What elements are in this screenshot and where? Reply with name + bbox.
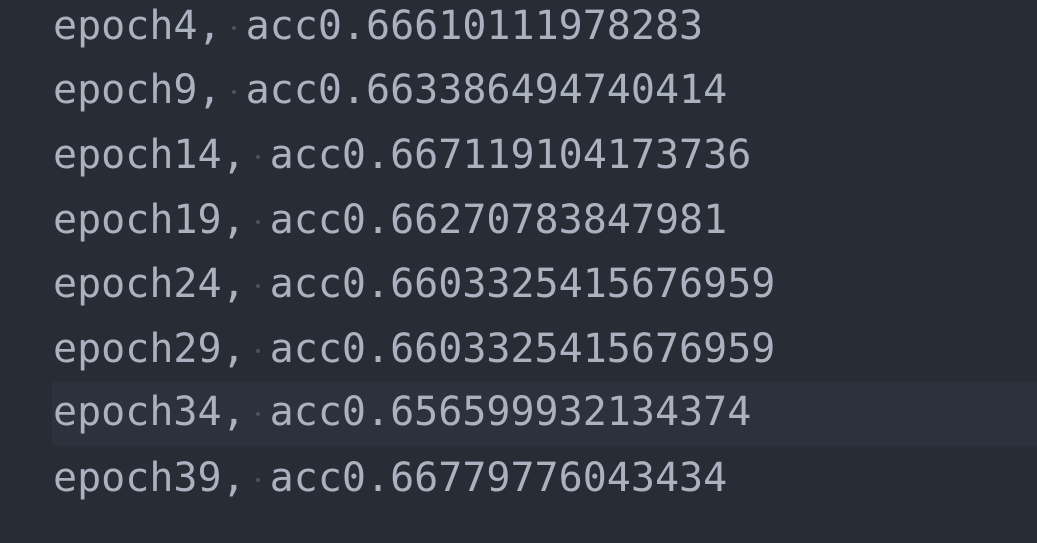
code-line[interactable]: epoch24, acc0.6603325415676959 xyxy=(0,254,1037,318)
code-line[interactable]: epoch4, acc0.66610111978283 xyxy=(0,0,1037,60)
epoch-text: epoch9, xyxy=(53,67,222,113)
whitespace-dot-icon xyxy=(246,202,270,242)
acc-text: acc0.656599932134374 xyxy=(269,389,752,435)
acc-text: acc0.6603325415676959 xyxy=(269,326,776,372)
epoch-text: epoch4, xyxy=(53,3,222,49)
code-line[interactable]: epoch39, acc0.66779776043434 xyxy=(0,448,1037,512)
code-line[interactable]: epoch19, acc0.66270783847981 xyxy=(0,190,1037,254)
epoch-text: epoch29, xyxy=(53,326,246,372)
acc-text: acc0.66270783847981 xyxy=(269,197,728,243)
epoch-text: epoch34, xyxy=(53,389,246,435)
whitespace-dot-icon xyxy=(246,266,270,306)
acc-text: acc0.667119104173736 xyxy=(269,132,752,178)
whitespace-dot-icon xyxy=(246,394,270,434)
epoch-text: epoch24, xyxy=(53,261,246,307)
acc-text: acc0.66779776043434 xyxy=(269,455,728,501)
whitespace-dot-icon xyxy=(246,331,270,371)
whitespace-dot-icon xyxy=(246,137,270,177)
acc-text: acc0.663386494740414 xyxy=(245,67,728,113)
code-line-active[interactable]: epoch34, acc0.656599932134374 xyxy=(52,382,1037,446)
code-line[interactable]: epoch29, acc0.6603325415676959 xyxy=(0,319,1037,383)
whitespace-dot-icon xyxy=(222,8,246,48)
code-line[interactable]: epoch14, acc0.667119104173736 xyxy=(0,125,1037,189)
acc-text: acc0.66610111978283 xyxy=(245,3,704,49)
whitespace-dot-icon xyxy=(246,460,270,500)
code-line[interactable]: epoch9, acc0.663386494740414 xyxy=(0,60,1037,124)
whitespace-dot-icon xyxy=(222,72,246,112)
epoch-text: epoch14, xyxy=(53,132,246,178)
epoch-text: epoch19, xyxy=(53,197,246,243)
acc-text: acc0.6603325415676959 xyxy=(269,261,776,307)
code-editor[interactable]: epoch4, acc0.66610111978283 epoch9, acc0.6… xyxy=(0,0,1037,543)
epoch-text: epoch39, xyxy=(53,455,246,501)
